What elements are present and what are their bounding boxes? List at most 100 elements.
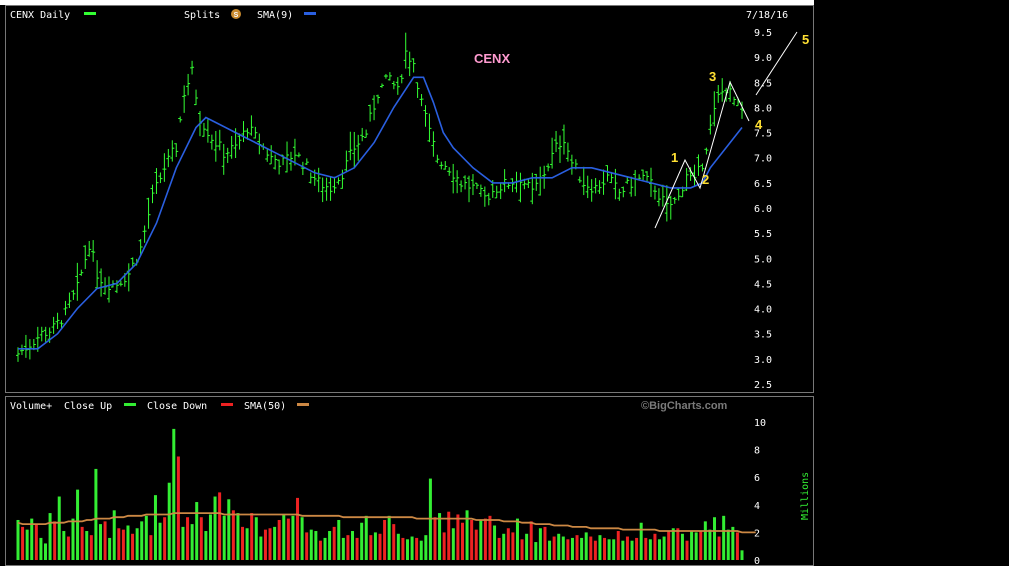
volume-bar-up	[236, 513, 240, 560]
volume-bar-down	[474, 529, 478, 560]
price-tick-label: 9.5	[754, 28, 772, 39]
price-tick-label: 2.5	[754, 380, 772, 391]
volume-bar-up	[658, 539, 662, 560]
sma50-swatch	[297, 403, 309, 406]
price-tick-label: 9.0	[754, 53, 772, 64]
splits-label: Splits	[184, 10, 220, 21]
volume-bar-up	[254, 517, 258, 560]
price-tick-label: 7.0	[754, 154, 772, 165]
volume-bar-down	[103, 521, 107, 560]
volume-bar-up	[570, 537, 574, 560]
volume-bar-down	[415, 537, 419, 560]
volume-bar-down	[653, 533, 657, 560]
volume-bar-up	[172, 428, 176, 560]
volume-bar-down	[277, 519, 281, 560]
volume-bar-down	[332, 526, 336, 560]
volume-bar-up	[259, 536, 263, 560]
volume-bar-up	[584, 532, 588, 560]
volume-bar-up	[16, 519, 20, 560]
volume-tick-label: 0	[754, 556, 760, 566]
volume-bar-down	[199, 517, 203, 560]
volume-bar-down	[497, 537, 501, 560]
volume-bar-up	[493, 525, 497, 560]
volume-bar-down	[552, 536, 556, 560]
volume-bar-down	[117, 528, 121, 560]
volume-bar-up	[534, 542, 538, 560]
volume-bar-down	[676, 528, 680, 560]
volume-bar-down	[305, 532, 309, 560]
volume-bar-up	[405, 539, 409, 560]
volume-bar-up	[561, 536, 565, 560]
sma9-label: SMA(9)	[257, 10, 293, 21]
ticker-legend-swatch	[84, 12, 96, 15]
volume-bar-down	[456, 514, 460, 560]
volume-bar-down	[369, 535, 373, 560]
volume-bar-down	[699, 531, 703, 560]
volume-bar-up	[364, 515, 368, 560]
wave-label-5: 5	[802, 32, 809, 47]
volume-bar-up	[71, 518, 75, 560]
volume-tick-label: 8	[754, 446, 760, 457]
volume-bar-down	[149, 535, 153, 560]
volume-bar-down	[250, 513, 254, 560]
volume-bar-up	[580, 537, 584, 560]
sma9-legend-swatch	[304, 12, 316, 15]
wave-label-3: 3	[709, 69, 716, 84]
volume-bar-up	[598, 535, 602, 560]
volume-bar-down	[635, 537, 639, 560]
volume-bar-down	[593, 540, 597, 560]
volume-bar-down	[286, 518, 290, 560]
price-tick-label: 5.0	[754, 254, 772, 265]
volume-bar-up	[671, 528, 675, 560]
volume-bar-up	[227, 499, 231, 560]
volume-bar-down	[163, 517, 167, 560]
volume-bar-down	[575, 535, 579, 560]
volume-bar-down	[268, 528, 272, 560]
volume-bar-up	[48, 513, 52, 560]
volume-bar-up	[479, 519, 483, 560]
volume-bar-up	[273, 526, 277, 560]
volume-bar-down	[470, 519, 474, 560]
volume-bar-up	[424, 535, 428, 560]
chart-date: 7/18/16	[746, 10, 788, 21]
price-tick-label: 6.0	[754, 204, 772, 215]
volume-bar-down	[401, 537, 405, 560]
volume-bar-down	[685, 540, 689, 560]
volume-bar-up	[181, 526, 185, 560]
volume-bar-up	[190, 524, 194, 560]
volume-bar-up	[419, 540, 423, 560]
volume-bar-up	[328, 531, 332, 560]
volume-bar-up	[213, 496, 217, 560]
volume-bar-up	[94, 468, 98, 560]
volume-bar-down	[667, 531, 671, 560]
close-down-label: Close Down	[147, 401, 207, 412]
volume-tick-label: 10	[754, 418, 766, 429]
volume-bar-up	[648, 539, 652, 560]
volume-bar-down	[218, 492, 222, 560]
page-top-strip	[0, 0, 814, 5]
volume-bar-up	[144, 515, 148, 560]
volume-bar-up	[108, 537, 112, 560]
volume-bar-up	[502, 533, 506, 560]
price-tick-label: 3.5	[754, 330, 772, 341]
volume-bar-up	[621, 540, 625, 560]
price-tick-label: 4.5	[754, 279, 772, 290]
wave-label-1: 1	[671, 150, 678, 165]
price-tick-label: 8.0	[754, 103, 772, 114]
volume-bar-down	[355, 537, 359, 560]
volume-bar-up	[548, 540, 552, 560]
volume-bar-down	[644, 537, 648, 560]
price-axis: 2.53.03.54.04.55.05.56.06.57.07.58.08.59…	[754, 28, 772, 391]
volume-bar-down	[625, 536, 629, 560]
volume-bar-down	[53, 521, 57, 560]
volume-bar-up	[373, 532, 377, 560]
volume-bar-down	[263, 529, 267, 560]
volume-bar-up	[282, 514, 286, 560]
volume-bar-down	[241, 526, 245, 560]
stock-chart: CENX Daily Splits S SMA(9) 7/18/16 2.5 3.…	[0, 0, 814, 566]
volume-bar-down	[346, 535, 350, 560]
bigcharts-watermark: ©BigCharts.com	[641, 400, 728, 412]
volume-bar-down	[543, 526, 547, 560]
volume-bar-up	[557, 533, 561, 560]
volume-bar-up	[323, 537, 327, 560]
